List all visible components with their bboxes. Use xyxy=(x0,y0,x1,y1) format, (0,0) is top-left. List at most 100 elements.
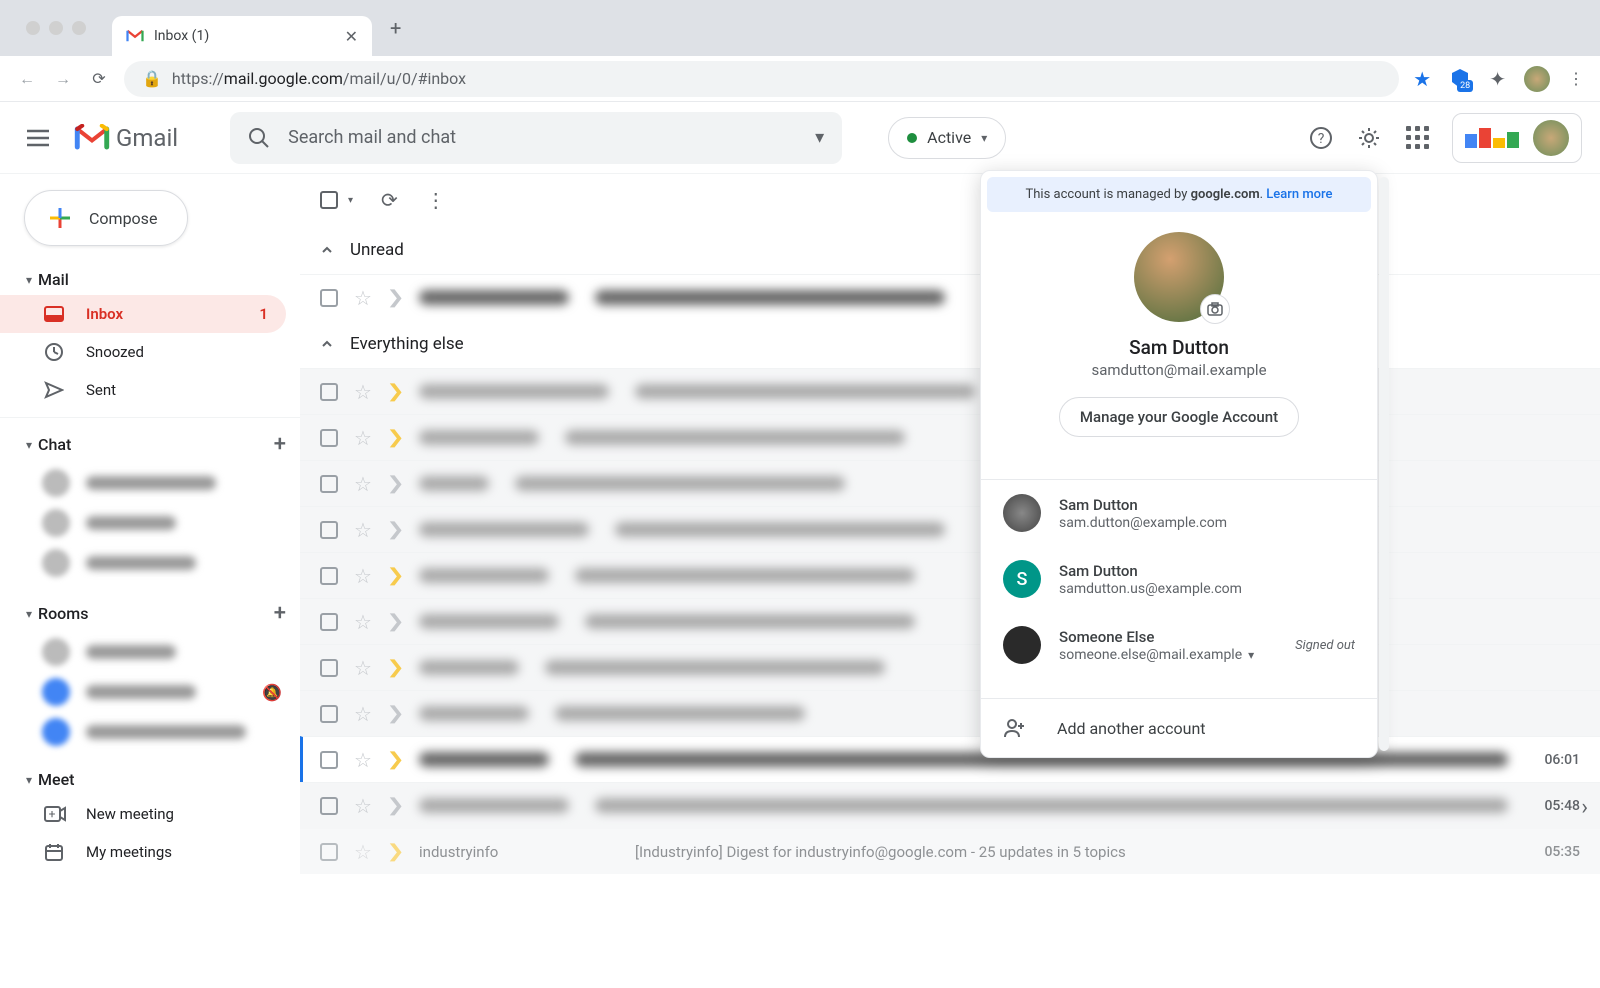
account-option[interactable]: Sam Duttonsam.dutton@example.com xyxy=(981,480,1377,546)
add-account-button[interactable]: Add another account xyxy=(981,699,1377,757)
mail-row[interactable]: ☆❯ xyxy=(300,644,1600,690)
importance-icon[interactable]: ❯ xyxy=(386,519,404,540)
importance-icon[interactable]: ❯ xyxy=(386,795,404,816)
row-checkbox[interactable] xyxy=(320,383,338,401)
row-checkbox[interactable] xyxy=(320,659,338,677)
row-checkbox[interactable] xyxy=(320,289,338,307)
mail-row[interactable]: ☆❯ xyxy=(300,368,1600,414)
add-chat-icon[interactable]: + xyxy=(274,432,286,457)
forward-button[interactable]: → xyxy=(52,69,74,89)
org-brand-switcher[interactable] xyxy=(1452,113,1582,163)
sidebar-section-chat[interactable]: ▾Chat+ xyxy=(0,426,300,463)
row-checkbox[interactable] xyxy=(320,797,338,815)
star-icon[interactable]: ☆ xyxy=(354,518,372,542)
star-icon[interactable]: ☆ xyxy=(354,794,372,818)
select-all-checkbox[interactable] xyxy=(320,191,338,209)
row-checkbox[interactable] xyxy=(320,429,338,447)
mail-row[interactable]: ☆❯06:01 xyxy=(300,736,1600,782)
chat-contact[interactable] xyxy=(0,543,300,583)
reload-button[interactable]: ⟳ xyxy=(88,69,110,88)
importance-icon[interactable]: ❯ xyxy=(386,427,404,448)
star-icon[interactable]: ☆ xyxy=(354,426,372,450)
gmail-logo[interactable]: Gmail xyxy=(74,124,178,152)
close-tab-icon[interactable]: ✕ xyxy=(345,27,358,46)
section-everything-else[interactable]: Everything else xyxy=(300,320,1600,368)
main-menu-icon[interactable] xyxy=(14,114,62,162)
status-selector[interactable]: Active ▾ xyxy=(888,117,1006,159)
row-checkbox[interactable] xyxy=(320,613,338,631)
search-options-icon[interactable]: ▾ xyxy=(815,127,824,148)
mail-row[interactable]: ☆❯industryinfo[Industryinfo] Digest for … xyxy=(300,828,1600,874)
sidebar-section-rooms[interactable]: ▾Rooms+ xyxy=(0,595,300,632)
mail-row[interactable]: ☆❯ xyxy=(300,460,1600,506)
star-icon[interactable]: ☆ xyxy=(354,472,372,496)
manage-account-button[interactable]: Manage your Google Account xyxy=(1059,397,1299,437)
sidebar-inbox[interactable]: Inbox 1 xyxy=(0,295,286,333)
extension-badge[interactable]: 28 xyxy=(1449,68,1471,90)
importance-icon[interactable]: ❯ xyxy=(386,381,404,402)
importance-icon[interactable]: ❯ xyxy=(386,473,404,494)
star-icon[interactable]: ☆ xyxy=(354,564,372,588)
add-room-icon[interactable]: + xyxy=(274,601,286,626)
settings-gear-icon[interactable] xyxy=(1356,125,1382,151)
row-checkbox[interactable] xyxy=(320,475,338,493)
refresh-icon[interactable]: ⟳ xyxy=(381,188,398,212)
mail-row[interactable]: ☆❯ xyxy=(300,274,1600,320)
importance-icon[interactable]: ❯ xyxy=(386,703,404,724)
account-option[interactable]: Someone Elsesomeone.else@mail.example▾ S… xyxy=(981,612,1377,678)
sidebar-my-meetings[interactable]: My meetings xyxy=(0,833,286,871)
sidebar-new-meeting[interactable]: + New meeting xyxy=(0,795,286,833)
star-icon[interactable]: ☆ xyxy=(354,702,372,726)
bookmark-star-icon[interactable]: ★ xyxy=(1413,67,1431,91)
importance-icon[interactable]: ❯ xyxy=(386,657,404,678)
learn-more-link[interactable]: Learn more xyxy=(1266,187,1332,202)
compose-button[interactable]: Compose xyxy=(24,190,188,246)
mail-row[interactable]: ☆❯ xyxy=(300,506,1600,552)
new-tab-button[interactable]: + xyxy=(372,16,419,40)
browser-tab[interactable]: Inbox (1) ✕ xyxy=(112,16,372,56)
row-checkbox[interactable] xyxy=(320,567,338,585)
side-panel-toggle-icon[interactable]: › xyxy=(1581,795,1588,820)
sidebar-snoozed[interactable]: Snoozed xyxy=(0,333,286,371)
mail-row[interactable]: ☆❯ xyxy=(300,598,1600,644)
row-checkbox[interactable] xyxy=(320,843,338,861)
importance-icon[interactable]: ❯ xyxy=(386,749,404,770)
importance-icon[interactable]: ❯ xyxy=(386,841,404,862)
row-checkbox[interactable] xyxy=(320,751,338,769)
chat-contact[interactable] xyxy=(0,503,300,543)
star-icon[interactable]: ☆ xyxy=(354,286,372,310)
window-controls[interactable] xyxy=(12,21,100,35)
room-item[interactable] xyxy=(0,712,300,752)
star-icon[interactable]: ☆ xyxy=(354,610,372,634)
star-icon[interactable]: ☆ xyxy=(354,380,372,404)
search-bar[interactable]: Search mail and chat ▾ xyxy=(230,112,842,164)
mail-row[interactable]: ☆❯ xyxy=(300,552,1600,598)
sidebar-sent[interactable]: Sent xyxy=(0,371,286,409)
importance-icon[interactable]: ❯ xyxy=(386,611,404,632)
star-icon[interactable]: ☆ xyxy=(354,840,372,864)
account-avatar[interactable] xyxy=(1533,120,1569,156)
importance-icon[interactable]: ❯ xyxy=(386,565,404,586)
browser-menu-icon[interactable]: ⋮ xyxy=(1568,69,1584,88)
more-menu-icon[interactable]: ⋮ xyxy=(426,188,446,212)
url-field[interactable]: 🔒 https://mail.google.com/mail/u/0/#inbo… xyxy=(124,61,1399,97)
profile-avatar[interactable] xyxy=(1524,66,1550,92)
back-button[interactable]: ← xyxy=(16,69,38,89)
camera-icon[interactable] xyxy=(1200,294,1230,324)
extensions-icon[interactable]: ✦ xyxy=(1489,67,1506,91)
star-icon[interactable]: ☆ xyxy=(354,748,372,772)
row-checkbox[interactable] xyxy=(320,521,338,539)
room-item[interactable] xyxy=(0,632,300,672)
select-menu-caret[interactable]: ▾ xyxy=(348,195,353,206)
sidebar-section-meet[interactable]: ▾Meet xyxy=(0,764,300,795)
section-unread[interactable]: Unread xyxy=(300,226,1600,274)
mail-row[interactable]: ☆❯05:48 xyxy=(300,782,1600,828)
mail-row[interactable]: ☆❯ xyxy=(300,690,1600,736)
room-item[interactable]: 🔕 xyxy=(0,672,300,712)
account-option[interactable]: S Sam Duttonsamdutton.us@example.com xyxy=(981,546,1377,612)
row-checkbox[interactable] xyxy=(320,705,338,723)
mail-row[interactable]: ☆❯ xyxy=(300,414,1600,460)
sidebar-section-mail[interactable]: ▾Mail xyxy=(0,264,300,295)
popup-scrollbar[interactable] xyxy=(1379,177,1389,751)
help-icon[interactable]: ? xyxy=(1308,125,1334,151)
